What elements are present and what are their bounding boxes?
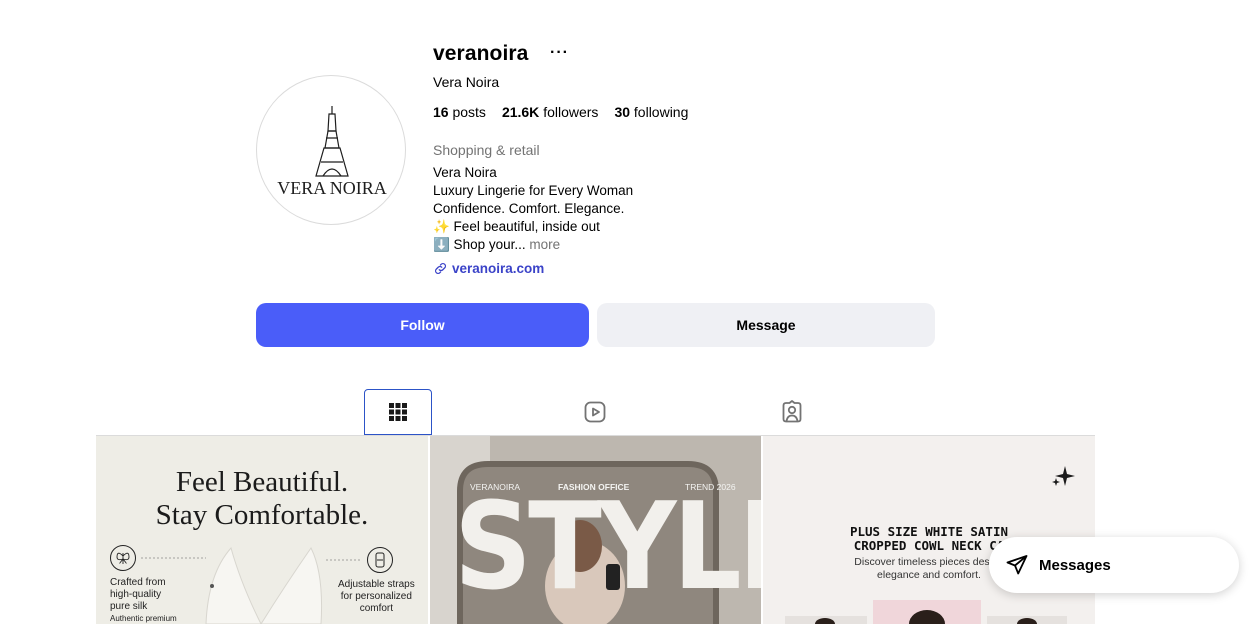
link-icon <box>435 263 446 274</box>
posts-stat: 16 posts <box>433 104 486 120</box>
followers-stat[interactable]: 21.6K followers <box>502 104 599 120</box>
following-stat[interactable]: 30 following <box>614 104 688 120</box>
profile-avatar[interactable]: VERA NOIRA <box>256 75 406 225</box>
feature-silk-text: Crafted from high-quality pure silk Auth… <box>110 577 177 623</box>
messages-label: Messages <box>1039 556 1111 574</box>
bio-line-truncated: ⬇️ Shop your... more <box>433 237 561 252</box>
profile-category: Shopping & retail <box>433 142 540 158</box>
model-photos-image <box>785 600 1067 624</box>
more-options-icon[interactable]: ··· <box>550 43 569 63</box>
bio-line: Luxury Lingerie for Every Woman <box>433 183 634 198</box>
link-text: veranoira.com <box>452 261 545 276</box>
profile-full-name: Vera Noira <box>433 74 500 90</box>
post-tile[interactable]: VERANOIRA FASHION OFFICE TREND 2026 STYL… <box>430 436 761 624</box>
follow-button[interactable]: Follow <box>256 303 589 347</box>
tab-posts[interactable] <box>364 389 432 435</box>
logo-wordmark: VERA NOIRA <box>277 178 387 198</box>
bio-line: Vera Noira <box>433 165 497 180</box>
butterfly-icon <box>110 545 136 571</box>
reels-icon <box>584 401 606 423</box>
profile-stats: 16 posts 21.6K followers 30 following <box>433 104 688 120</box>
bio-line: ✨ Feel beautiful, inside out <box>433 219 600 234</box>
tagged-icon <box>782 400 802 423</box>
post-tile[interactable]: Feel Beautiful. Stay Comfortable. Crafte… <box>96 436 428 624</box>
grid-icon <box>389 403 407 421</box>
bio-line: Confidence. Comfort. Elegance. <box>433 201 625 216</box>
sparkle-icon <box>1052 466 1075 486</box>
messages-popup[interactable]: Messages <box>989 537 1239 593</box>
bio-more-link[interactable]: more <box>529 237 560 252</box>
profile-bio: Vera Noira Luxury Lingerie for Every Wom… <box>433 164 633 254</box>
tab-reels[interactable] <box>561 389 629 435</box>
send-icon <box>1006 555 1028 575</box>
feature-straps-text: Adjustable straps for personalized comfo… <box>338 579 415 614</box>
profile-website-link[interactable]: veranoira.com <box>433 261 544 276</box>
post-headline: Feel Beautiful. Stay Comfortable. <box>155 466 369 531</box>
eiffel-tower-logo: VERA NOIRA <box>277 106 387 198</box>
profile-username: veranoira <box>433 42 529 65</box>
tab-tagged[interactable] <box>758 389 826 435</box>
post-tile[interactable]: PLUS SIZE WHITE SATIN CROPPED COWL NECK … <box>763 436 1095 624</box>
post-big-word: STYLE <box>454 478 761 617</box>
message-button[interactable]: Message <box>597 303 935 347</box>
